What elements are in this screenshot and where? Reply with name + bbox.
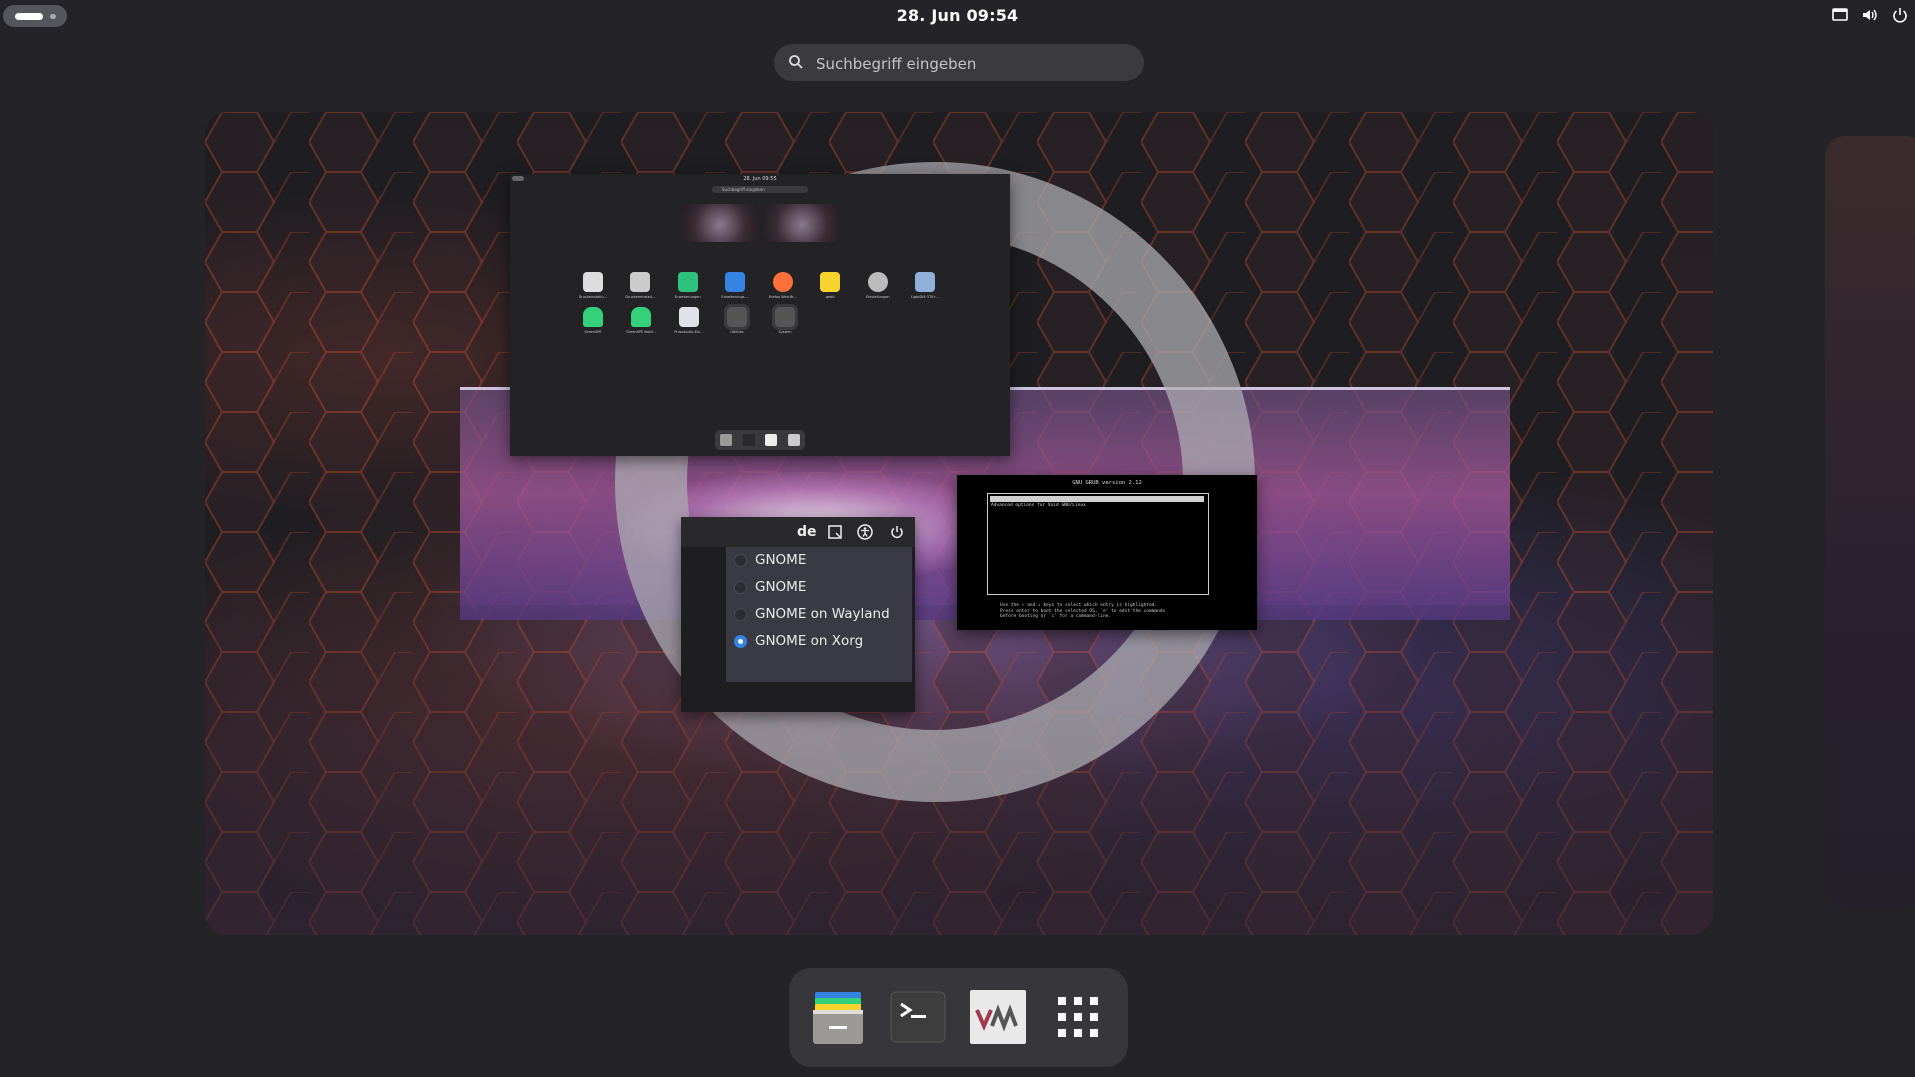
search-icon [789,55,803,69]
mini-app-label: Einstellungen [865,295,890,299]
search-box[interactable] [774,44,1144,83]
session-menu: GNOME GNOME GNOME on Wayland GNOME on Xo… [726,547,912,682]
session-option-label: GNOME on Xorg [755,633,864,649]
mini-dock [715,430,805,450]
grub-entry-list: Advanced options for Void GNU/Linux [987,493,1209,595]
mini-vm-icon [765,434,778,446]
power-icon[interactable] [889,524,905,544]
mini-app: Utilities [718,304,756,334]
mini-app-label: PulseAudio-Ein... [674,330,704,334]
mini-app: GreenSPE [574,307,612,334]
mini-app-label: Druckereinstell... [625,295,656,299]
window-session-select[interactable]: de GNOME GNOME GNOME on Wayland GNOME on… [681,517,915,712]
mini-search: Suchbegriff eingeben [712,186,808,193]
terminal-icon[interactable] [889,988,947,1046]
mini-app: Erweiterungs-... [717,272,755,299]
session-option-label: GNOME [755,552,807,568]
clock[interactable]: 28. Jun 09:54 [0,6,1915,25]
mini-app: LightDM GTK+... [907,272,945,299]
mini-clock: 28. Jun 09:55 [743,176,777,182]
mini-app: Erweiterungen [669,272,707,299]
window-overview-screenshot[interactable]: 28. Jun 09:55 Suchbegriff eingeben Druck… [510,174,1010,456]
screen-icon[interactable] [1831,6,1849,24]
mini-app-label: Utilities [730,330,744,334]
language-indicator[interactable]: de [797,524,817,540]
grub-selection-bar [990,496,1204,502]
mini-app: Druckeinstellu... [574,272,612,299]
mini-app: Firefox Web Br... [764,272,802,299]
mini-app-grid: Druckeinstellu... Druckereinstell... Erw… [574,272,944,342]
mini-app-label: Erweiterungs-... [721,295,750,299]
session-option-gnome-wayland[interactable]: GNOME on Wayland [726,601,912,628]
mini-app: PulseAudio-Ein... [670,307,708,334]
mini-top-bar: 28. Jun 09:55 [510,174,1010,184]
mini-grid-icon [787,434,800,446]
mini-app-label: System [778,330,792,334]
mini-app: Einstellungen [859,272,897,299]
session-toolbar: de [681,517,915,547]
mini-app-label: GreenSPE Notif... [626,330,656,334]
grub-help-text: Use the ↑ and ↓ keys to select which ent… [1000,603,1166,619]
dash [789,968,1128,1067]
files-icon[interactable] [809,988,867,1046]
search-input[interactable] [814,44,1138,83]
mini-files-icon [720,434,733,446]
accessibility-icon[interactable] [857,524,873,544]
radio-button[interactable] [734,608,747,621]
volume-icon[interactable] [1861,6,1879,24]
virt-manager-icon[interactable] [969,988,1027,1046]
grub-entry[interactable]: Advanced options for Void GNU/Linux [991,503,1086,508]
mini-app-label: Firefox Web Br... [768,295,797,299]
session-option-gnome[interactable]: GNOME [726,547,912,574]
power-icon[interactable] [1891,6,1909,24]
mini-app-label: Druckeinstellu... [578,295,607,299]
mini-app-label: LightDM GTK+... [910,295,940,299]
session-option-label: GNOME [755,579,807,595]
radio-button[interactable] [734,581,747,594]
radio-button[interactable] [734,554,747,567]
keyboard-icon[interactable] [827,524,843,544]
session-option-gnome-2[interactable]: GNOME [726,574,912,601]
session-option-label: GNOME on Wayland [755,606,890,622]
show-apps-icon[interactable] [1049,988,1107,1046]
top-bar: 28. Jun 09:54 [0,0,1915,32]
mini-app: Druckereinstell... [622,272,660,299]
mini-workspace-1 [682,204,758,242]
mini-app: System [766,304,804,334]
mini-terminal-icon [742,434,755,446]
mini-workspace-2 [764,204,840,242]
grub-title: GNU GRUB version 2.12 [1072,480,1142,486]
mini-app: GreenSPE Notif... [622,307,660,334]
mini-app-label: GreenSPE [584,330,602,334]
mini-app-label: gedit [825,295,835,299]
radio-button-selected[interactable] [734,635,747,648]
next-workspace-thumbnail[interactable] [1825,136,1915,909]
window-grub-menu[interactable]: GNU GRUB version 2.12 Advanced options f… [957,475,1257,630]
mini-app: gedit [812,272,850,299]
session-option-gnome-xorg[interactable]: GNOME on Xorg [726,628,912,655]
system-tray[interactable] [1831,6,1909,24]
mini-app-label: Erweiterungen [674,295,701,299]
